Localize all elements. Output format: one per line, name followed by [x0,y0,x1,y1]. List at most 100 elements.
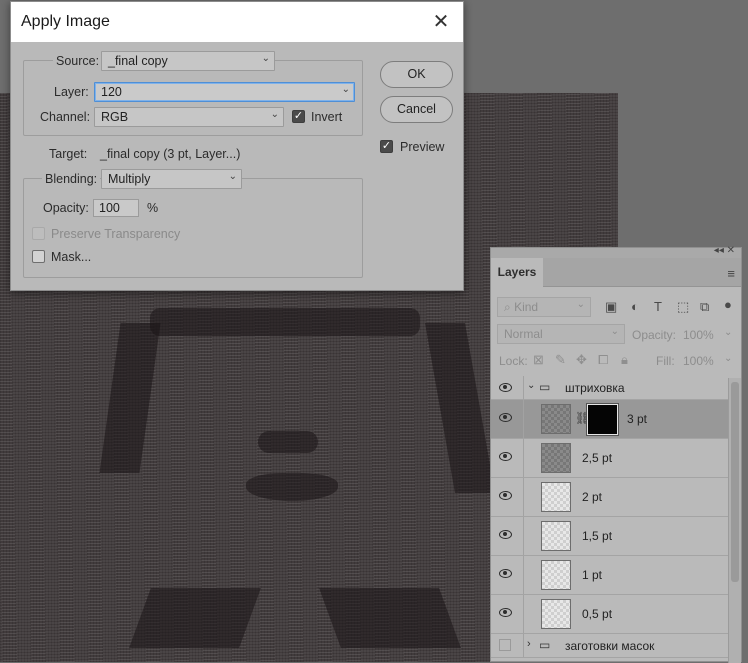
lock-label: Lock: [499,354,528,368]
type-filter-icon[interactable]: T [654,299,662,314]
filter-toggle-icon[interactable]: ● [724,297,732,312]
chevron-down-icon: ⌄ [261,53,270,64]
image-filter-icon[interactable]: ▣ [605,299,617,315]
close-icon[interactable]: ✕ [427,8,455,36]
brow-shade [150,308,420,336]
opacity-input[interactable]: 100 [93,199,139,217]
tab-layers[interactable]: Layers [491,258,543,287]
layer-mask-thumbnail[interactable] [586,403,619,436]
lips-shade [246,473,338,501]
layer-group-row[interactable]: › ▭ заготовки масок [491,634,729,658]
eye-icon[interactable] [499,452,512,461]
fill-label: Fill: [656,354,675,368]
chevron-down-icon[interactable]: ⌄ [724,353,732,364]
opacity-unit: % [147,201,159,215]
preview-checkbox[interactable]: ✓ [380,140,393,153]
layer-select[interactable]: 120 ⌄ [94,82,355,102]
source-select[interactable]: _final copy ⌄ [101,51,275,71]
eye-icon[interactable] [499,383,512,392]
panel-topstrip[interactable]: ◂◂ ✕ [491,245,741,258]
collar-shade-right [319,588,461,648]
eye-icon[interactable] [499,569,512,578]
preview-label: Preview [400,140,445,154]
layer-name: 1 pt [582,568,603,582]
layer-name: 2 pt [582,490,603,504]
layer-thumbnail [541,443,571,473]
preserve-transparency-checkbox[interactable] [32,227,45,240]
layer-thumbnail [541,560,571,590]
adjustment-filter-icon[interactable]: ◐ [631,299,639,314]
eye-icon[interactable] [499,608,512,617]
folder-icon: ▭ [539,380,551,394]
visibility-divider [523,439,524,477]
collar-shade-left [129,588,261,648]
chevron-right-icon[interactable]: › [527,638,531,650]
visibility-divider [523,400,524,438]
blend-mode-select[interactable]: Normal ⌄ [497,324,625,344]
blend-mode-value: Normal [504,327,543,341]
mask-checkbox[interactable] [32,250,45,263]
blending-label: Blending: [42,172,101,186]
layer-row[interactable]: 2,5 pt [491,439,729,478]
target-value: _final copy (3 pt, Layer...) [100,147,241,161]
panel-menu-icon[interactable]: ≡ [727,266,735,281]
collapse-panel-icon[interactable]: ◂◂ ✕ [714,245,735,256]
chevron-down-icon[interactable]: ⌄ [724,327,732,338]
lock-artboard-icon[interactable]: ⧠ [598,352,608,368]
layer-row[interactable]: 1 pt [491,556,729,595]
visibility-divider [523,517,524,555]
apply-image-dialog: Apply Image ✕ Source: _final copy ⌄ Laye… [10,1,464,291]
layer-opacity-value[interactable]: 100% [683,328,714,342]
invert-label: Invert [311,110,343,124]
layers-scrollbar[interactable] [728,378,741,663]
channel-select[interactable]: RGB ⌄ [94,107,284,127]
nose-shade [258,431,318,453]
scrollbar-thumb[interactable] [731,382,739,582]
eye-icon[interactable] [499,413,512,422]
cancel-button[interactable]: Cancel [380,96,453,123]
layer-label: Layer: [54,85,89,99]
preserve-transparency-label: Preserve Transparency [51,227,181,241]
layer-thumbnail [541,521,571,551]
kind-filter-select[interactable]: ⌕ Kind ⌄ [497,297,591,317]
eye-icon[interactable] [499,530,512,539]
layer-row[interactable]: ⛓ 3 pt [491,400,729,439]
eye-icon[interactable] [499,491,512,500]
source-label: Source: [53,54,103,68]
layer-value: 120 [101,85,122,99]
source-value: _final copy [108,54,168,68]
group-name: штриховка [565,381,625,395]
lock-transparent-icon[interactable]: ⊠ [533,352,544,368]
chevron-down-icon: ⌄ [270,109,279,120]
chevron-down-icon[interactable]: ⌄ [527,380,535,391]
dialog-titlebar[interactable]: Apply Image ✕ [11,2,463,42]
visibility-divider [523,634,524,657]
lock-position-icon[interactable]: ✥ [576,352,587,368]
visibility-divider [523,478,524,516]
invert-checkbox[interactable]: ✓ [292,110,305,123]
smart-object-filter-icon[interactable]: ⧉ [700,299,709,315]
lock-image-icon[interactable]: ✎ [555,352,566,368]
folder-icon: ▭ [539,638,551,652]
dialog-title: Apply Image [21,13,110,30]
layer-row[interactable]: 0,5 pt [491,595,729,634]
shape-filter-icon[interactable]: ⬚ [677,299,689,315]
layer-row[interactable]: 2 pt [491,478,729,517]
fill-value[interactable]: 100% [683,354,714,368]
opacity-label: Opacity: [632,328,677,342]
chevron-down-icon: ⌄ [228,171,237,182]
ok-button[interactable]: OK [380,61,453,88]
opacity-label: Opacity: [43,201,89,215]
kind-placeholder: Kind [514,300,539,314]
blending-select[interactable]: Multiply ⌄ [101,169,242,189]
hair-shade-left [99,323,161,473]
layer-group-row[interactable]: ⌄ ▭ штриховка [491,376,729,400]
lock-all-icon[interactable]: 🔒︎ [621,352,628,368]
target-label: Target: [49,147,88,161]
channel-label: Channel: [40,110,91,124]
layer-name: 3 pt [627,412,648,426]
opacity-value: 100 [99,201,120,215]
layer-row[interactable]: 1,5 pt [491,517,729,556]
channel-value: RGB [101,110,129,124]
visibility-toggle-empty[interactable] [499,639,511,651]
